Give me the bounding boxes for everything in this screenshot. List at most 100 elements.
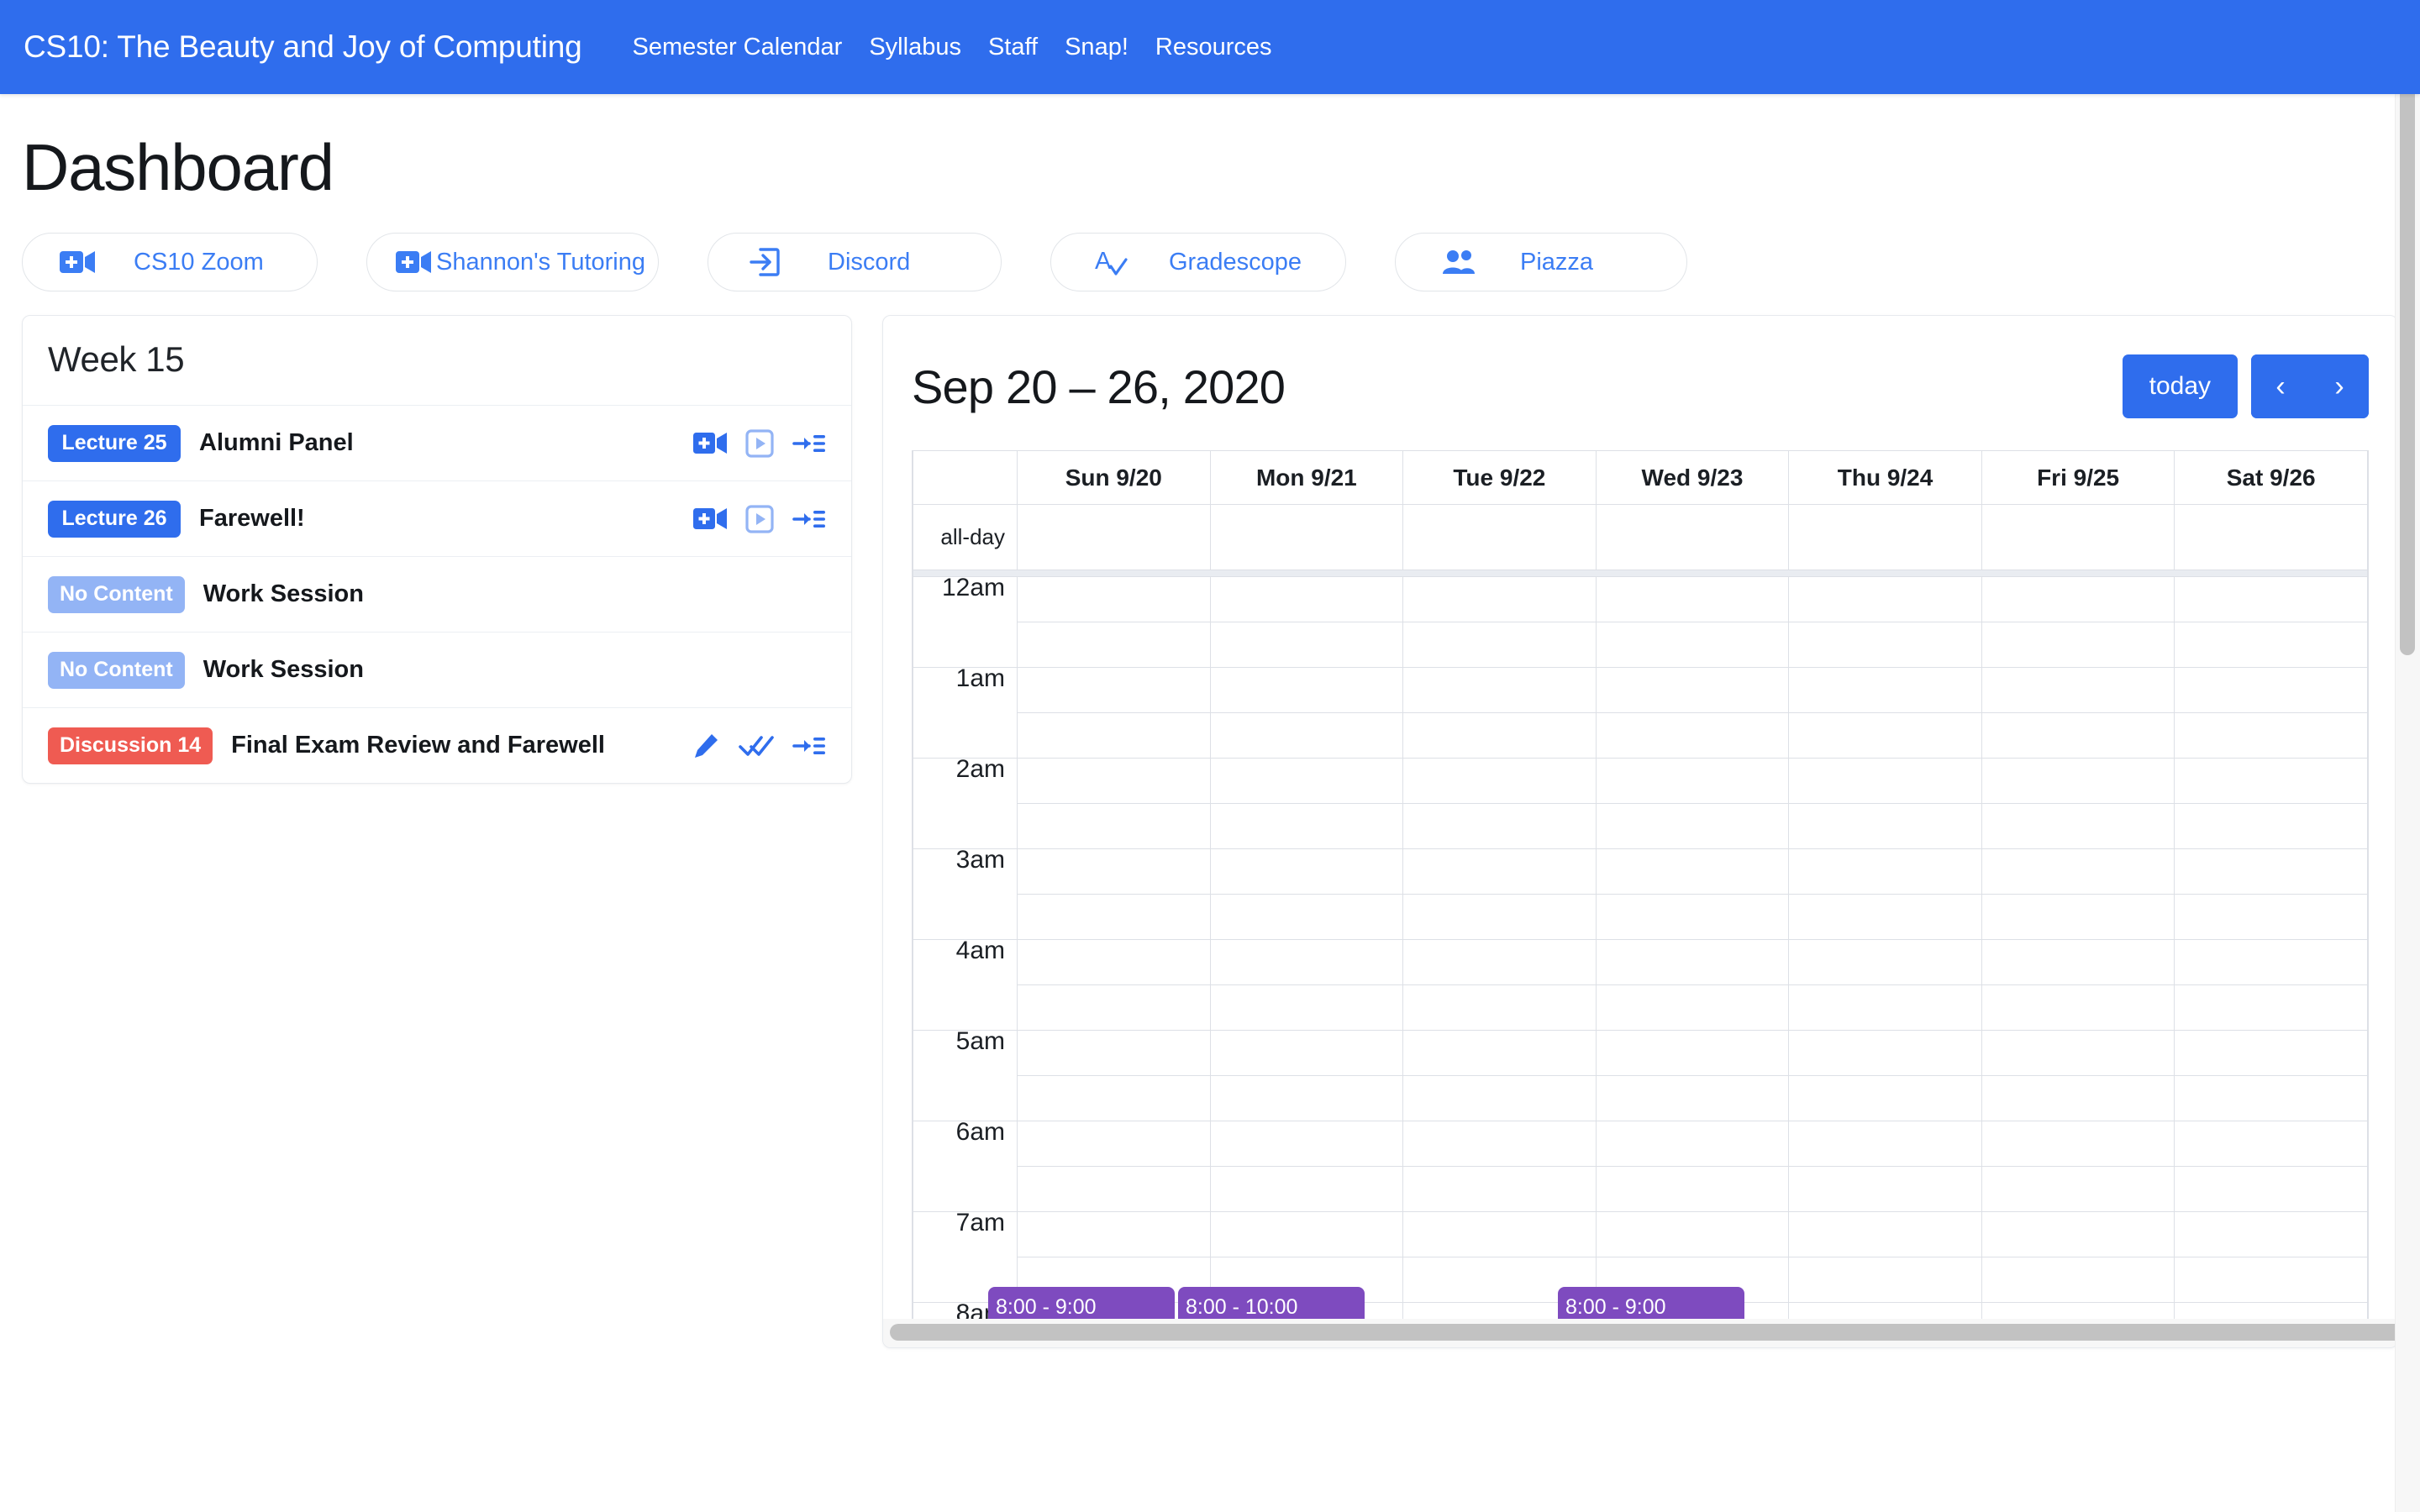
day-header-fri[interactable]: Fri 9/25 [1981, 451, 2175, 505]
calendar-hscrollbar-thumb[interactable] [890, 1324, 2398, 1341]
quick-link-shannons-tutoring[interactable]: Shannon's Tutoring [366, 233, 659, 291]
slot-cell[interactable] [1981, 1031, 2175, 1076]
slot-cell[interactable] [1403, 1031, 1597, 1076]
slot-cell[interactable] [1789, 1257, 1982, 1303]
week-row-work-session-2[interactable]: No Content Work Session [23, 632, 851, 707]
page-scrollbar-thumb[interactable] [2400, 8, 2415, 655]
slot-cell[interactable] [1403, 1348, 1597, 1349]
day-header-sun[interactable]: Sun 9/20 [1018, 451, 1211, 505]
slot-cell[interactable] [1018, 1348, 1211, 1349]
double-check-icon[interactable] [739, 733, 774, 759]
slot-cell[interactable] [1403, 1212, 1597, 1257]
slot-cell[interactable] [1596, 940, 1789, 985]
day-header-thu[interactable]: Thu 9/24 [1789, 451, 1982, 505]
slot-cell[interactable] [1210, 1212, 1403, 1257]
nav-link-staff[interactable]: Staff [975, 34, 1051, 61]
week-row-lecture-25[interactable]: Lecture 25 Alumni Panel [23, 405, 851, 480]
slot-cell[interactable] [1018, 940, 1211, 985]
slot-cell[interactable] [1981, 759, 2175, 804]
slot-cell[interactable] [1981, 1348, 2175, 1349]
slot-cell[interactable] [1210, 713, 1403, 759]
day-header-sat[interactable]: Sat 9/26 [2175, 451, 2368, 505]
slot-cell[interactable] [2175, 1031, 2368, 1076]
slot-cell[interactable] [1596, 1076, 1789, 1121]
slot-cell[interactable] [1018, 804, 1211, 849]
slot-cell[interactable] [1210, 940, 1403, 985]
day-header-mon[interactable]: Mon 9/21 [1210, 451, 1403, 505]
slot-cell[interactable] [1789, 895, 1982, 940]
all-day-cell[interactable] [1403, 505, 1597, 570]
slot-cell[interactable] [1981, 940, 2175, 985]
slot-cell[interactable] [2175, 1121, 2368, 1167]
slot-cell[interactable] [2175, 1348, 2368, 1349]
all-day-cell[interactable] [2175, 505, 2368, 570]
slot-cell[interactable] [1018, 1212, 1211, 1257]
quick-link-piazza[interactable]: Piazza [1395, 233, 1687, 291]
slot-cell[interactable] [2175, 1167, 2368, 1212]
week-row-work-session-1[interactable]: No Content Work Session [23, 556, 851, 632]
slot-cell[interactable] [1403, 1076, 1597, 1121]
pencil-icon[interactable] [692, 732, 720, 760]
slot-cell[interactable] [1789, 940, 1982, 985]
slot-cell[interactable] [1981, 985, 2175, 1031]
slot-cell[interactable] [1981, 895, 2175, 940]
slot-cell[interactable] [1789, 759, 1982, 804]
arrow-to-list-icon[interactable] [792, 431, 826, 456]
slot-cell[interactable] [1018, 1121, 1211, 1167]
site-brand[interactable]: CS10: The Beauty and Joy of Computing [24, 29, 582, 65]
slot-cell[interactable] [1403, 849, 1597, 895]
slot-cell[interactable] [1210, 622, 1403, 668]
slot-cell[interactable] [1403, 1121, 1597, 1167]
slot-cell[interactable] [1981, 713, 2175, 759]
slot-cell[interactable] [1981, 1257, 2175, 1303]
slot-cell[interactable] [1210, 1167, 1403, 1212]
nav-link-semester-calendar[interactable]: Semester Calendar [619, 34, 856, 61]
slot-cell[interactable] [2175, 895, 2368, 940]
video-play-box-icon[interactable] [745, 429, 774, 458]
slot-cell[interactable] [1981, 849, 2175, 895]
arrow-to-list-icon[interactable] [792, 733, 826, 759]
arrow-to-list-icon[interactable] [792, 507, 826, 532]
slot-cell[interactable] [1981, 1167, 2175, 1212]
slot-cell[interactable] [1789, 622, 1982, 668]
slot-cell[interactable] [1789, 577, 1982, 622]
slot-cell[interactable] [1596, 895, 1789, 940]
slot-cell[interactable] [1018, 622, 1211, 668]
slot-cell[interactable] [1403, 713, 1597, 759]
slot-cell[interactable] [1403, 940, 1597, 985]
all-day-cell[interactable] [1018, 505, 1211, 570]
slot-cell[interactable] [1018, 577, 1211, 622]
slot-cell[interactable] [1596, 759, 1789, 804]
slot-cell[interactable] [1981, 804, 2175, 849]
slot-cell[interactable] [1210, 1031, 1403, 1076]
slot-cell[interactable] [1789, 985, 1982, 1031]
slot-cell[interactable] [1789, 1076, 1982, 1121]
slot-cell[interactable] [1210, 1121, 1403, 1167]
nav-link-resources[interactable]: Resources [1142, 34, 1286, 61]
all-day-cell[interactable] [1981, 505, 2175, 570]
week-row-lecture-26[interactable]: Lecture 26 Farewell! [23, 480, 851, 556]
slot-cell[interactable] [1789, 849, 1982, 895]
slot-cell[interactable] [2175, 759, 2368, 804]
slot-cell[interactable] [1210, 849, 1403, 895]
quick-link-discord[interactable]: Discord [708, 233, 1002, 291]
slot-cell[interactable] [1210, 668, 1403, 713]
slot-cell[interactable] [1018, 1031, 1211, 1076]
slot-cell[interactable] [1210, 804, 1403, 849]
slot-cell[interactable] [1018, 985, 1211, 1031]
slot-cell[interactable] [1210, 1348, 1403, 1349]
slot-cell[interactable] [2175, 1076, 2368, 1121]
slot-cell[interactable] [1981, 577, 2175, 622]
slot-cell[interactable] [1210, 895, 1403, 940]
calendar-hscrollbar-track[interactable] [883, 1319, 2397, 1347]
week-row-discussion-14[interactable]: Discussion 14 Final Exam Review and Fare… [23, 707, 851, 783]
slot-cell[interactable] [1789, 713, 1982, 759]
slot-cell[interactable] [1210, 1076, 1403, 1121]
slot-cell[interactable] [1403, 985, 1597, 1031]
slot-cell[interactable] [1596, 804, 1789, 849]
slot-cell[interactable] [1596, 1167, 1789, 1212]
slot-cell[interactable] [1403, 577, 1597, 622]
nav-link-syllabus[interactable]: Syllabus [855, 34, 975, 61]
all-day-cell[interactable] [1596, 505, 1789, 570]
slot-cell[interactable] [1981, 668, 2175, 713]
